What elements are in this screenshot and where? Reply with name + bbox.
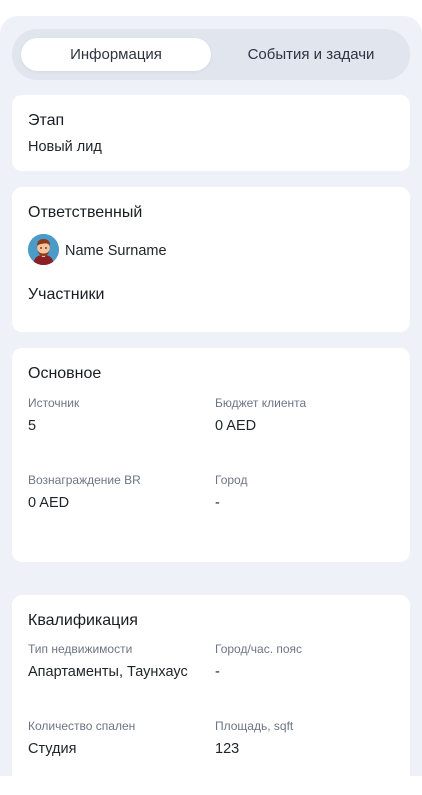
property-type-value: Апартаменты, Таунхаус (28, 664, 188, 680)
bedrooms-label: Количество спален (28, 719, 136, 733)
tab-events-tasks[interactable]: События и задачи (219, 38, 403, 71)
area-value: 123 (215, 741, 240, 757)
participants-title: Участники (28, 286, 105, 303)
city-timezone-value: - (215, 664, 220, 680)
client-budget-label: Бюджет клиента (215, 396, 307, 410)
area-label: Площадь, sqft (215, 719, 294, 733)
client-budget-value: 0 AED (215, 418, 257, 434)
property-type-label: Тип недвижимости (28, 642, 133, 656)
br-reward-label: Вознаграждение BR (28, 473, 141, 487)
city-label: Город (215, 473, 248, 487)
responsible-card: Ответственный Name Surname Участники (12, 187, 410, 332)
responsible-person-name[interactable]: Name Surname (65, 243, 167, 259)
qualification-card: Квалификация Тип недвижимости Апартамент… (12, 595, 410, 795)
city-timezone-label: Город/час. пояс (215, 642, 303, 656)
bedrooms-value: Студия (28, 741, 77, 757)
stage-value: Новый лид (28, 139, 102, 155)
person-avatar-icon (28, 234, 59, 265)
source-label: Источник (28, 396, 80, 410)
lead-details-screen: Информация События и задачи Этап Новый л… (0, 16, 422, 795)
source-value: 5 (28, 418, 37, 434)
main-info-card: Основное Источник 5 Бюджет клиента 0 AED… (12, 348, 410, 562)
responsible-title: Ответственный (28, 204, 143, 221)
tab-information[interactable]: Информация (21, 38, 211, 71)
stage-card[interactable]: Этап Новый лид (12, 95, 410, 171)
stage-title: Этап (28, 112, 65, 129)
avatar (28, 234, 59, 265)
br-reward-value: 0 AED (28, 495, 70, 511)
city-value: - (215, 495, 220, 511)
qualification-title: Квалификация (28, 612, 138, 629)
segmented-tabs: Информация События и задачи (12, 29, 410, 80)
main-info-title: Основное (28, 365, 102, 382)
